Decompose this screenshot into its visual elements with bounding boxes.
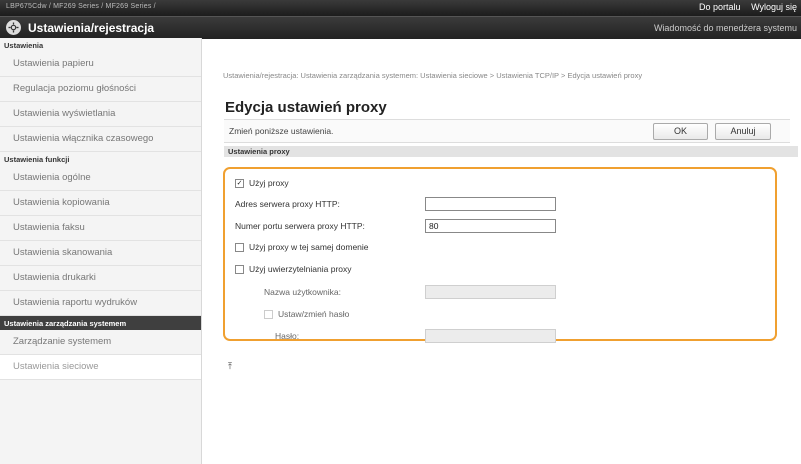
http-port-label: Numer portu serwera proxy HTTP:: [235, 221, 365, 231]
use-proxy-row[interactable]: ✓ Użyj proxy: [235, 178, 289, 188]
top-links: Do portalu Wyloguj się: [691, 2, 797, 12]
sidebar-item[interactable]: Regulacja poziomu głośności: [0, 77, 201, 102]
set-password-row[interactable]: Ustaw/zmień hasło: [264, 309, 349, 319]
sidebar-item[interactable]: Ustawienia włącznika czasowego: [0, 127, 201, 152]
instruction-text: Zmień poniższe ustawienia.: [229, 126, 334, 136]
use-proxy-checkbox[interactable]: ✓: [235, 178, 244, 188]
page-title: Edycja ustawień proxy: [225, 99, 387, 116]
http-server-label: Adres serwera proxy HTTP:: [235, 199, 340, 209]
username-label: Nazwa użytkownika:: [264, 287, 342, 297]
proxy-settings-panel: ✓ Użyj proxy Adres serwera proxy HTTP: N…: [223, 167, 777, 343]
sidebar: Ustawienia Ustawienia papieru Regulacja po…: [0, 38, 202, 464]
sidebar-item[interactable]: Ustawienia ogólne: [0, 166, 201, 191]
set-password-checkbox[interactable]: [264, 309, 273, 319]
proxy-auth-row[interactable]: Użyj uwierzytelniania proxy: [235, 264, 352, 274]
sidebar-item[interactable]: Zarządzanie systemem: [0, 330, 201, 355]
http-port-input[interactable]: 80: [425, 219, 556, 233]
set-password-label: Ustaw/zmień hasło: [278, 309, 350, 319]
sidebar-section-header: Ustawienia: [4, 41, 44, 50]
title-bar: Ustawienia/rejestracja Wiadomość do mene…: [0, 16, 801, 39]
password-label: Hasło:: [275, 331, 300, 341]
sidebar-item[interactable]: Ustawienia sieciowe: [0, 355, 201, 380]
ok-button[interactable]: OK: [653, 123, 708, 140]
use-proxy-label: Użyj proxy: [249, 178, 289, 188]
scroll-to-top-icon[interactable]: ⤒: [228, 361, 232, 372]
sidebar-item[interactable]: Ustawienia papieru: [0, 52, 201, 77]
sidebar-section-header: Ustawienia funkcji: [4, 155, 70, 164]
main-content: Ustawienia/rejestracja: Ustawienia zarzą…: [217, 38, 798, 464]
sidebar-item[interactable]: Ustawienia kopiowania: [0, 191, 201, 216]
proxy-auth-checkbox[interactable]: [235, 264, 244, 274]
username-input[interactable]: [425, 285, 556, 299]
sidebar-item[interactable]: Ustawienia wyświetlania: [0, 102, 201, 127]
app-title: Ustawienia/rejestracja: [28, 21, 155, 35]
same-domain-label: Użyj proxy w tej samej domenie: [249, 242, 369, 252]
sidebar-item[interactable]: Ustawienia drukarki: [0, 266, 201, 291]
portal-link[interactable]: Do portalu: [699, 2, 741, 12]
sidebar-item[interactable]: Ustawienia skanowania: [0, 241, 201, 266]
http-server-input[interactable]: [425, 197, 556, 211]
proxy-auth-label: Użyj uwierzytelniania proxy: [249, 264, 352, 274]
breadcrumb: Ustawienia/rejestracja: Ustawienia zarzą…: [223, 71, 643, 80]
action-bar: Zmień poniższe ustawienia. OK Anuluj: [224, 119, 790, 143]
sidebar-item[interactable]: Ustawienia faksu: [0, 216, 201, 241]
cancel-button[interactable]: Anuluj: [715, 123, 771, 140]
logout-link[interactable]: Wyloguj się: [751, 2, 797, 12]
password-input[interactable]: [425, 329, 556, 343]
same-domain-checkbox[interactable]: [235, 242, 244, 252]
product-name: LBP675Cdw / MF269 Series / MF269 Series …: [6, 3, 156, 10]
section-header-proxy: Ustawienia proxy: [224, 146, 798, 157]
settings-registration-icon: [6, 20, 21, 35]
sidebar-item[interactable]: Ustawienia raportu wydruków: [0, 291, 201, 316]
admin-message-link[interactable]: Wiadomość do menedżera systemu: [654, 23, 797, 33]
sidebar-section-header: Ustawienia zarządzania systemem: [0, 316, 201, 330]
top-bar: LBP675Cdw / MF269 Series / MF269 Series …: [0, 0, 801, 16]
same-domain-row[interactable]: Użyj proxy w tej samej domenie: [235, 242, 369, 252]
